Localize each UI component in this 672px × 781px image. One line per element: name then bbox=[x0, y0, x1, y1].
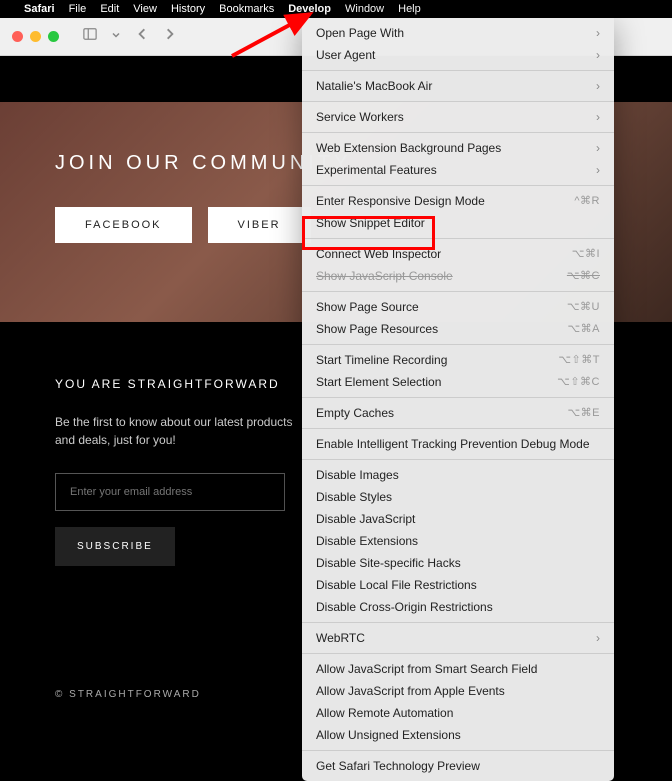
menu-separator bbox=[302, 185, 614, 186]
app-name[interactable]: Safari bbox=[24, 3, 55, 15]
menu-snippet[interactable]: Show Snippet Editor bbox=[302, 212, 614, 234]
menu-disable-styles[interactable]: Disable Styles bbox=[302, 486, 614, 508]
menu-disable-ext[interactable]: Disable Extensions bbox=[302, 530, 614, 552]
minimize-window-button[interactable] bbox=[30, 31, 41, 42]
menu-separator bbox=[302, 344, 614, 345]
shortcut: ⌥⌘U bbox=[567, 299, 600, 315]
menu-experimental[interactable]: Experimental Features› bbox=[302, 159, 614, 181]
shortcut: ⌥⇧⌘C bbox=[557, 374, 600, 390]
menu-web-ext[interactable]: Web Extension Background Pages› bbox=[302, 137, 614, 159]
shortcut: ⌥⌘I bbox=[572, 246, 600, 262]
menu-itp-debug[interactable]: Enable Intelligent Tracking Prevention D… bbox=[302, 433, 614, 455]
shortcut: ⌥⌘C bbox=[567, 268, 600, 284]
chevron-right-icon: › bbox=[596, 78, 600, 94]
menu-js-console[interactable]: Show JavaScript Console⌥⌘C bbox=[302, 265, 614, 287]
menu-disable-cors[interactable]: Disable Cross-Origin Restrictions bbox=[302, 596, 614, 618]
menu-separator bbox=[302, 653, 614, 654]
chevron-right-icon: › bbox=[596, 140, 600, 156]
macos-menubar: Safari File Edit View History Bookmarks … bbox=[0, 0, 672, 18]
menu-responsive[interactable]: Enter Responsive Design Mode^⌘R bbox=[302, 190, 614, 212]
menu-separator bbox=[302, 397, 614, 398]
email-field[interactable] bbox=[55, 473, 285, 511]
shortcut: ⌥⌘A bbox=[567, 321, 600, 337]
forward-button[interactable] bbox=[163, 27, 177, 46]
shortcut: ⌥⇧⌘T bbox=[558, 352, 600, 368]
menu-window[interactable]: Window bbox=[345, 3, 384, 15]
menu-allow-js-events[interactable]: Allow JavaScript from Apple Events bbox=[302, 680, 614, 702]
subscribe-button[interactable]: SUBSCRIBE bbox=[55, 527, 175, 566]
chevron-right-icon: › bbox=[596, 162, 600, 178]
chevron-right-icon: › bbox=[596, 25, 600, 41]
menu-get-stp[interactable]: Get Safari Technology Preview bbox=[302, 755, 614, 777]
menu-separator bbox=[302, 291, 614, 292]
menu-separator bbox=[302, 750, 614, 751]
shortcut: ^⌘R bbox=[574, 193, 600, 209]
menu-disable-local[interactable]: Disable Local File Restrictions bbox=[302, 574, 614, 596]
menu-separator bbox=[302, 428, 614, 429]
menu-history[interactable]: History bbox=[171, 3, 205, 15]
menu-file[interactable]: File bbox=[69, 3, 87, 15]
menu-allow-remote[interactable]: Allow Remote Automation bbox=[302, 702, 614, 724]
menu-timeline[interactable]: Start Timeline Recording⌥⇧⌘T bbox=[302, 349, 614, 371]
copyright-text: © STRAIGHTFORWARD bbox=[55, 689, 201, 700]
menu-empty-caches[interactable]: Empty Caches⌥⌘E bbox=[302, 402, 614, 424]
shortcut: ⌥⌘E bbox=[567, 405, 600, 421]
menu-separator bbox=[302, 459, 614, 460]
back-button[interactable] bbox=[135, 27, 149, 46]
sidebar-icon[interactable] bbox=[83, 27, 97, 46]
menu-help[interactable]: Help bbox=[398, 3, 421, 15]
menu-separator bbox=[302, 101, 614, 102]
close-window-button[interactable] bbox=[12, 31, 23, 42]
menu-service-workers[interactable]: Service Workers› bbox=[302, 106, 614, 128]
menu-page-source[interactable]: Show Page Source⌥⌘U bbox=[302, 296, 614, 318]
facebook-button[interactable]: FACEBOOK bbox=[55, 207, 192, 243]
footer-blurb: Be the first to know about our latest pr… bbox=[55, 413, 315, 449]
menu-disable-images[interactable]: Disable Images bbox=[302, 464, 614, 486]
maximize-window-button[interactable] bbox=[48, 31, 59, 42]
menu-disable-js[interactable]: Disable JavaScript bbox=[302, 508, 614, 530]
menu-user-agent[interactable]: User Agent› bbox=[302, 44, 614, 66]
viber-button[interactable]: VIBER bbox=[208, 207, 311, 243]
menu-page-resources[interactable]: Show Page Resources⌥⌘A bbox=[302, 318, 614, 340]
menu-disable-hacks[interactable]: Disable Site-specific Hacks bbox=[302, 552, 614, 574]
menu-develop[interactable]: Develop bbox=[288, 3, 331, 15]
menu-allow-unsigned[interactable]: Allow Unsigned Extensions bbox=[302, 724, 614, 746]
menu-webrtc[interactable]: WebRTC› bbox=[302, 627, 614, 649]
menu-view[interactable]: View bbox=[133, 3, 157, 15]
menu-allow-js-smart[interactable]: Allow JavaScript from Smart Search Field bbox=[302, 658, 614, 680]
menu-device[interactable]: Natalie's MacBook Air› bbox=[302, 75, 614, 97]
menu-open-page-with[interactable]: Open Page With› bbox=[302, 22, 614, 44]
chevron-right-icon: › bbox=[596, 630, 600, 646]
develop-dropdown-menu: Open Page With› User Agent› Natalie's Ma… bbox=[302, 18, 614, 781]
menu-separator bbox=[302, 70, 614, 71]
chevron-right-icon: › bbox=[596, 109, 600, 125]
menu-connect-inspector[interactable]: Connect Web Inspector⌥⌘I bbox=[302, 243, 614, 265]
menu-edit[interactable]: Edit bbox=[100, 3, 119, 15]
menu-separator bbox=[302, 622, 614, 623]
chevron-down-icon[interactable] bbox=[111, 27, 121, 46]
menu-bookmarks[interactable]: Bookmarks bbox=[219, 3, 274, 15]
menu-element-selection[interactable]: Start Element Selection⌥⇧⌘C bbox=[302, 371, 614, 393]
menu-separator bbox=[302, 238, 614, 239]
menu-separator bbox=[302, 132, 614, 133]
chevron-right-icon: › bbox=[596, 47, 600, 63]
window-controls bbox=[12, 31, 59, 42]
